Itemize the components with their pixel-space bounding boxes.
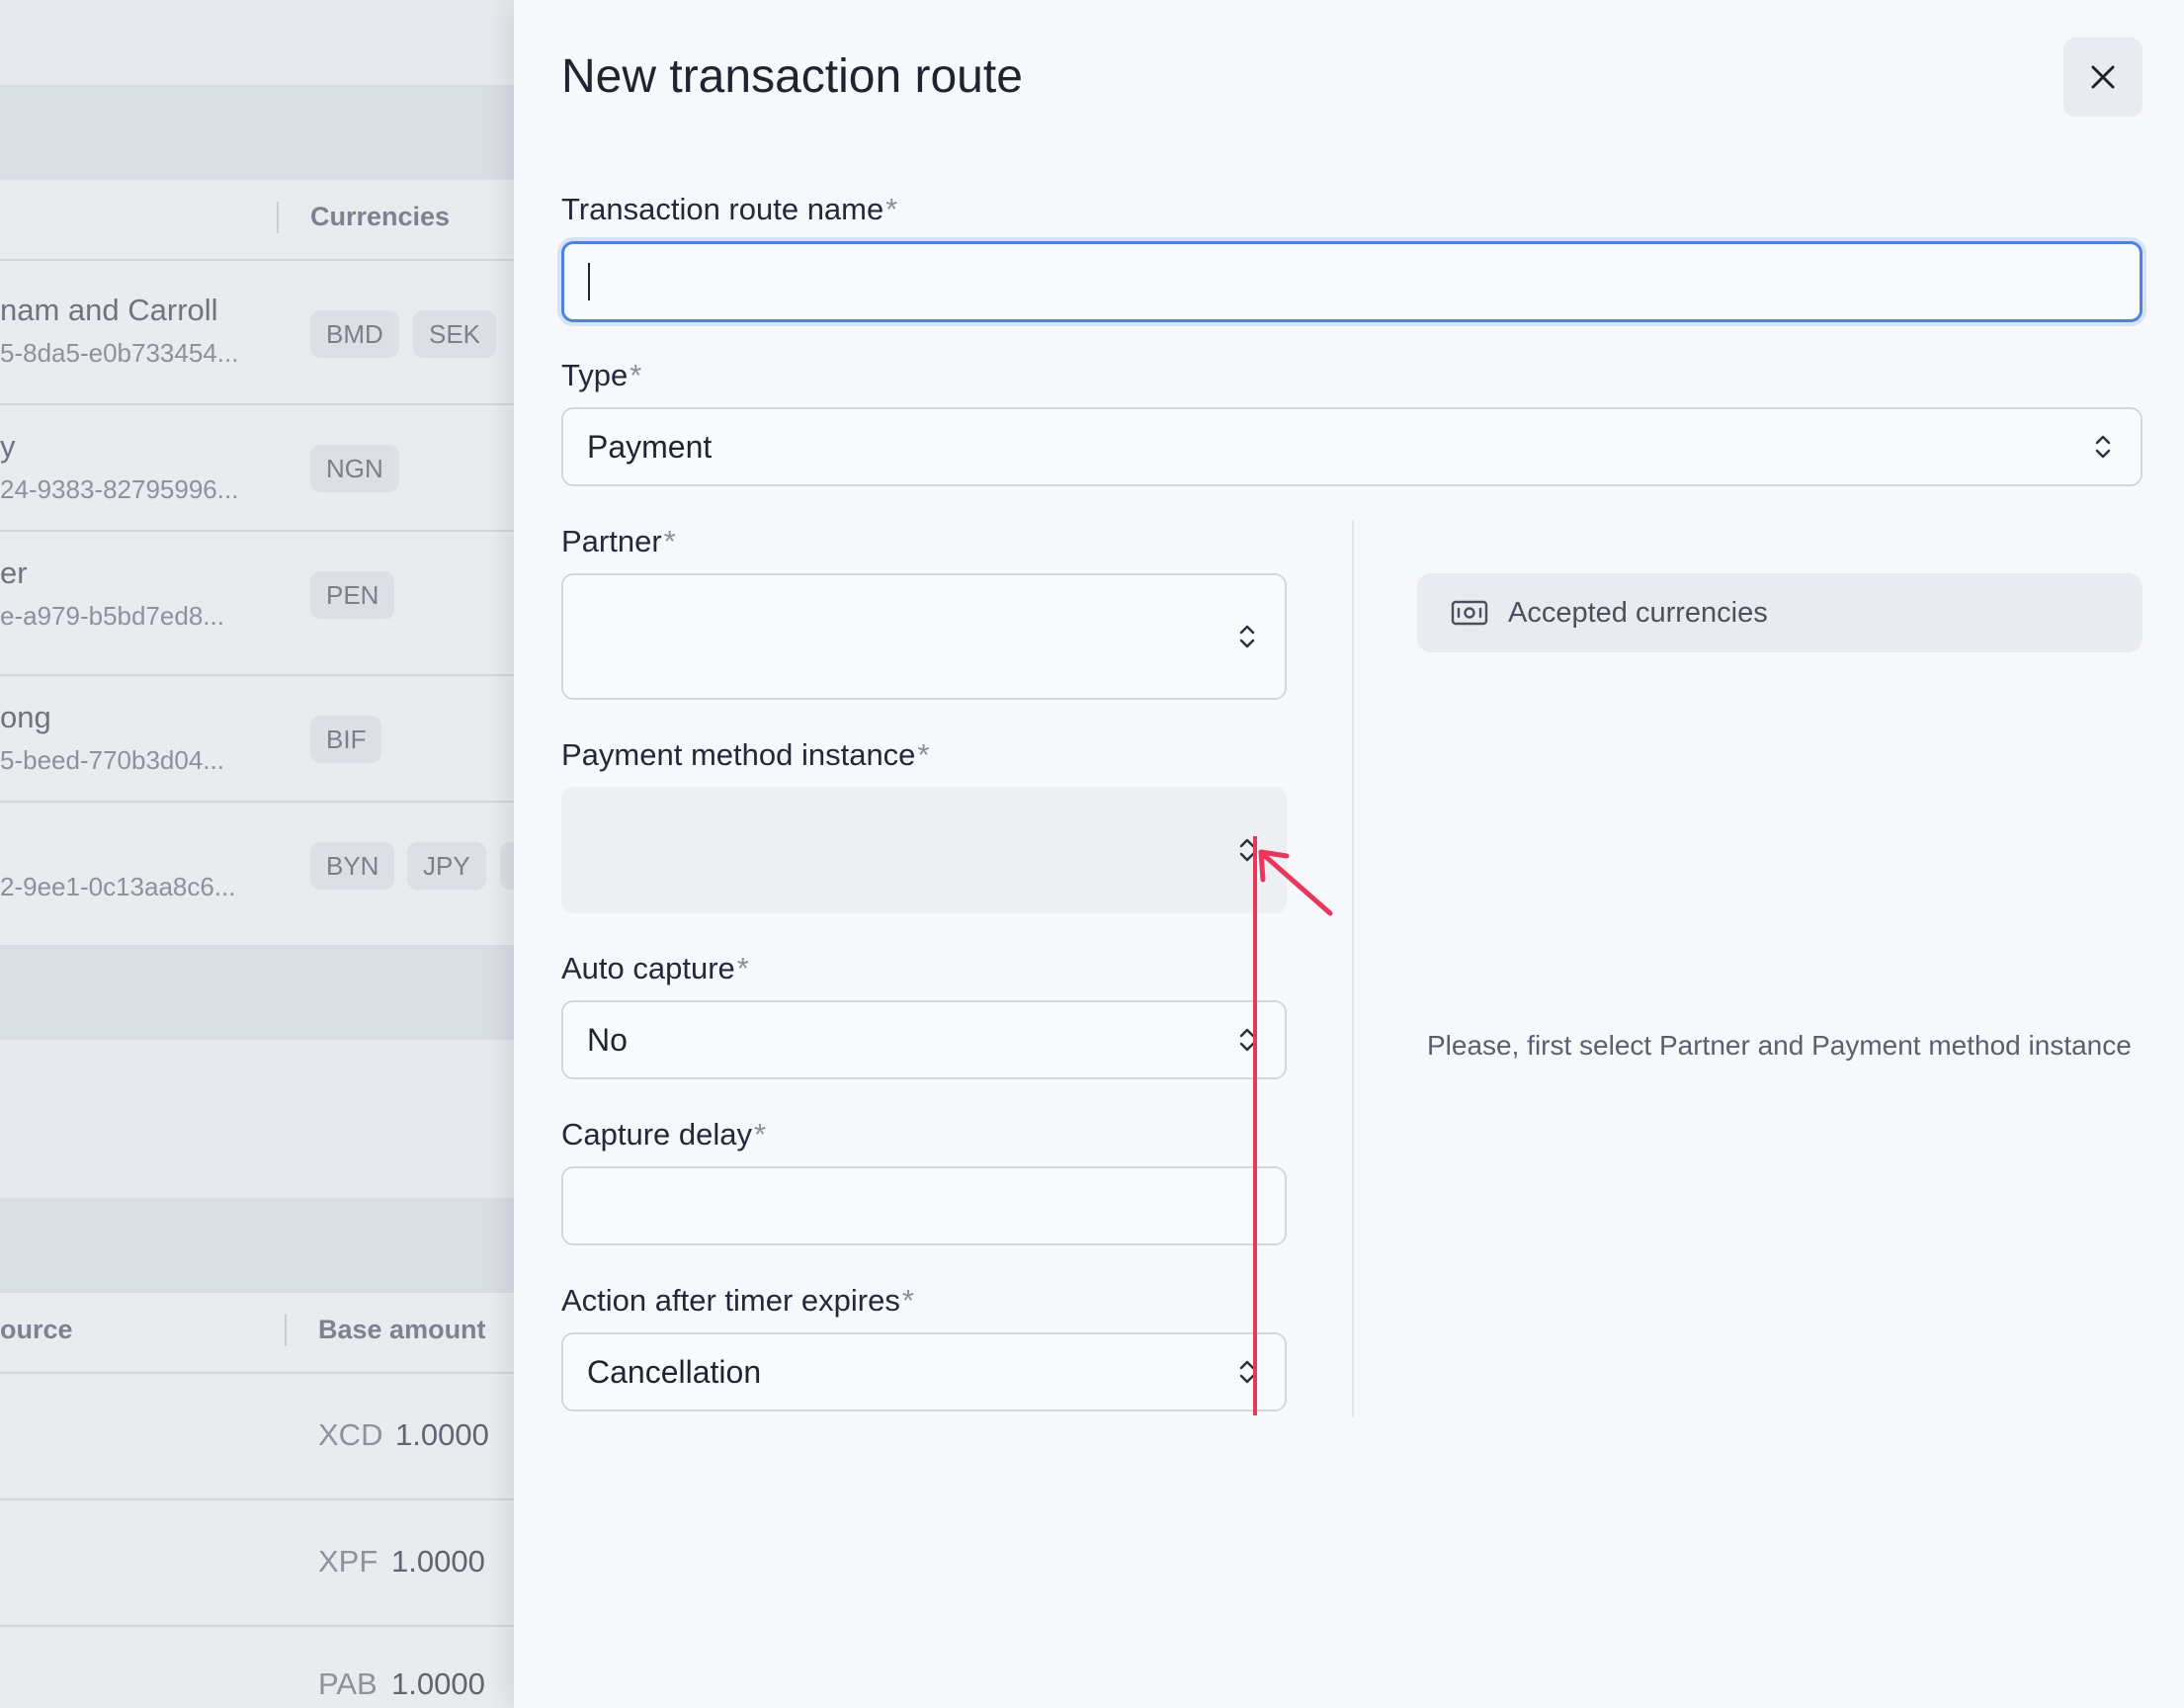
background-band: [0, 945, 514, 1040]
background-header-band: [0, 85, 514, 180]
partner-select[interactable]: [561, 573, 1287, 700]
column-header-currencies: Currencies: [310, 202, 451, 231]
currency-chip: PEN: [310, 571, 395, 619]
banknote-icon: [1451, 600, 1488, 626]
action-after-timer-value: Cancellation: [587, 1353, 762, 1390]
row-amount: 1.0000: [395, 1417, 489, 1452]
currency-chip-overflow: [500, 842, 514, 890]
empty-state-hint: Please, first select Partner and Payment…: [1427, 1030, 2132, 1061]
table-row[interactable]: XCD 1.0000: [0, 1372, 514, 1498]
column-separator: [277, 202, 279, 233]
text-caret: [588, 263, 590, 300]
table-row[interactable]: y 24-9383-82795996... NGN: [0, 403, 514, 530]
required-marker: *: [663, 524, 676, 558]
table-row[interactable]: er e-a979-b5bd7ed8... PEN: [0, 530, 514, 674]
auto-capture-label-text: Auto capture: [561, 951, 735, 985]
row-amount: 1.0000: [391, 1544, 485, 1579]
capture-delay-label: Capture delay*: [561, 1117, 766, 1153]
row-amount: 1.0000: [391, 1666, 485, 1701]
chevron-up-down-icon: [2095, 435, 2111, 459]
required-marker: *: [917, 737, 930, 772]
table-row[interactable]: XPF 1.0000: [0, 1498, 514, 1625]
type-select[interactable]: Payment: [561, 407, 2142, 486]
action-after-timer-label-text: Action after timer expires: [561, 1283, 900, 1318]
background-table-card: Currencies nam and Carroll 5-8da5-e0b733…: [0, 180, 514, 945]
accepted-currencies-tab[interactable]: Accepted currencies: [1417, 573, 2142, 652]
required-marker: *: [901, 1283, 914, 1318]
table-row[interactable]: nam and Carroll 5-8da5-e0b733454... BMD …: [0, 259, 514, 403]
currency-chip: BMD: [310, 310, 399, 358]
route-name-label-text: Transaction route name: [561, 192, 884, 226]
auto-capture-label: Auto capture*: [561, 951, 749, 986]
chevron-up-down-icon: [1239, 1360, 1255, 1384]
chevron-up-down-icon: [1239, 838, 1255, 862]
currency-chip: NGN: [310, 445, 399, 492]
chevron-up-down-icon: [1239, 1028, 1255, 1052]
close-icon: [2091, 65, 2115, 89]
new-transaction-route-drawer: New transaction route Transaction route …: [514, 0, 2184, 1708]
type-value: Payment: [587, 428, 713, 465]
table-row[interactable]: ong 5-beed-770b3d04... BIF: [0, 674, 514, 801]
column-header-source: ource: [0, 1315, 73, 1344]
action-after-timer-label: Action after timer expires*: [561, 1283, 914, 1319]
currency-chip: BYN: [310, 842, 395, 890]
partner-label: Partner*: [561, 524, 676, 559]
close-button[interactable]: [2063, 38, 2142, 117]
row-name: nam and Carroll: [0, 293, 218, 327]
currency-chip: BIF: [310, 716, 382, 763]
auto-capture-value: No: [587, 1021, 628, 1058]
row-id: 2-9ee1-0c13aa8c6...: [0, 872, 236, 901]
partner-label-text: Partner: [561, 524, 662, 558]
payment-method-instance-label-text: Payment method instance: [561, 737, 916, 772]
row-currency: PAB: [318, 1666, 378, 1701]
action-after-timer-select[interactable]: Cancellation: [561, 1332, 1287, 1411]
row-currency: XCD: [318, 1417, 383, 1452]
background-page: Currencies nam and Carroll 5-8da5-e0b733…: [0, 0, 514, 1708]
required-marker: *: [885, 192, 898, 226]
payment-method-instance-label: Payment method instance*: [561, 737, 930, 773]
column-separator: [285, 1315, 287, 1346]
route-name-input[interactable]: [561, 241, 2142, 322]
row-id: e-a979-b5bd7ed8...: [0, 601, 224, 631]
accepted-currencies-label: Accepted currencies: [1508, 596, 1768, 629]
currency-chip: SEK: [413, 310, 497, 358]
drawer-title: New transaction route: [561, 50, 1023, 103]
row-id: 5-beed-770b3d04...: [0, 745, 224, 775]
row-id: 24-9383-82795996...: [0, 474, 239, 504]
auto-capture-select[interactable]: No: [561, 1000, 1287, 1079]
row-name: er: [0, 555, 28, 590]
currency-chip: JPY: [407, 842, 486, 890]
background-band: [0, 1198, 514, 1293]
row-name: y: [0, 429, 16, 464]
type-label: Type*: [561, 358, 641, 393]
required-marker: *: [754, 1117, 767, 1152]
required-marker: *: [736, 951, 749, 985]
column-header-base-amount: Base amount: [318, 1315, 486, 1344]
capture-delay-input[interactable]: [561, 1166, 1287, 1245]
row-id: 5-8da5-e0b733454...: [0, 338, 239, 368]
background-table-card: ource Base amount XCD 1.0000 XPF 1.0000 …: [0, 1293, 514, 1708]
row-currency: XPF: [318, 1544, 378, 1579]
chevron-up-down-icon: [1239, 625, 1255, 648]
column-divider: [1352, 520, 1354, 1417]
type-label-text: Type: [561, 358, 629, 392]
row-name: ong: [0, 700, 51, 734]
route-name-label: Transaction route name*: [561, 192, 897, 227]
capture-delay-label-text: Capture delay: [561, 1117, 753, 1152]
table-row[interactable]: 2-9ee1-0c13aa8c6... BYN JPY: [0, 801, 514, 945]
payment-method-instance-select[interactable]: [561, 787, 1287, 913]
required-marker: *: [630, 358, 642, 392]
table-row[interactable]: PAB 1.0000: [0, 1625, 514, 1708]
